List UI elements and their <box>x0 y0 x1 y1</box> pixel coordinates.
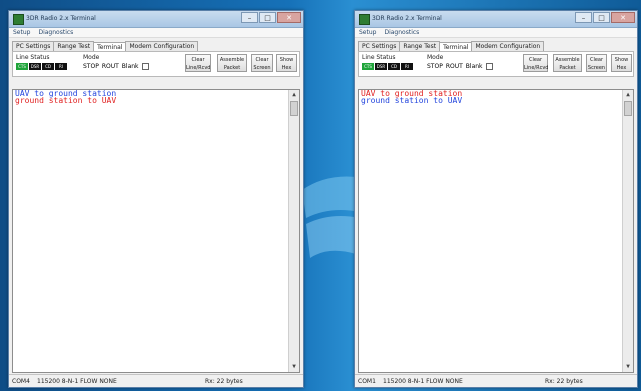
window-title: 3DR Radio 2.x Terminal <box>372 15 442 22</box>
terminal-window-right: 3DR Radio 2.x Terminal – □ ✕ Setup Diagn… <box>354 10 638 388</box>
line-status-group: Line Status CTS DSR CD RI <box>16 54 67 70</box>
led-ri: RI <box>401 63 413 70</box>
status-port: COM1 <box>358 378 376 385</box>
terminal-window-left: 3DR Radio 2.x Terminal – □ ✕ Setup Diagn… <box>8 10 304 388</box>
led-cd: CD <box>388 63 400 70</box>
status-bar: COM1 115200 8-N-1 FLOW NONE Rx: 22 bytes <box>355 374 637 387</box>
show-hex-button[interactable]: Show Hex <box>276 54 297 72</box>
title-bar[interactable]: 3DR Radio 2.x Terminal – □ ✕ <box>9 11 303 28</box>
led-ri: RI <box>55 63 67 70</box>
tab-range-test[interactable]: Range Test <box>399 41 441 51</box>
mode-label: Mode <box>427 54 444 61</box>
scroll-down-arrow-icon[interactable]: ▼ <box>623 362 633 372</box>
tab-strip: PC Settings Range Test Terminal Modem Co… <box>9 38 303 52</box>
scroll-thumb[interactable] <box>624 101 632 116</box>
minimize-button[interactable]: – <box>575 12 592 23</box>
mode-blank[interactable]: Blank <box>122 63 139 70</box>
scroll-up-arrow-icon[interactable]: ▲ <box>289 90 299 100</box>
blank-checkbox[interactable] <box>141 63 149 70</box>
mode-rout[interactable]: ROUT <box>102 63 119 70</box>
scroll-thumb[interactable] <box>290 101 298 116</box>
terminal-output[interactable]: UAV to ground station ground station to … <box>12 89 300 373</box>
title-bar[interactable]: 3DR Radio 2.x Terminal – □ ✕ <box>355 11 637 28</box>
mode-label: Mode <box>83 54 100 61</box>
tab-modem-configuration[interactable]: Modem Configuration <box>471 41 545 51</box>
status-settings: 115200 8-N-1 FLOW NONE <box>37 378 117 385</box>
line-status-group: Line Status CTS DSR CD RI <box>362 54 413 70</box>
led-cts: CTS <box>362 63 374 70</box>
terminal-line-2: ground station to UAV <box>15 96 117 105</box>
menu-setup[interactable]: Setup <box>13 29 30 36</box>
tab-modem-configuration[interactable]: Modem Configuration <box>125 41 199 51</box>
app-icon <box>359 14 370 25</box>
menu-bar: Setup Diagnostics <box>355 28 637 38</box>
mode-group: Mode STOP ROUT Blank <box>83 54 149 70</box>
app-icon <box>13 14 24 25</box>
menu-setup[interactable]: Setup <box>359 29 376 36</box>
line-status-label: Line Status <box>16 54 50 61</box>
scroll-up-arrow-icon[interactable]: ▲ <box>623 90 633 100</box>
terminal-toolbar: Line Status CTS DSR CD RI Mode STOP ROUT… <box>358 51 634 77</box>
led-cts: CTS <box>16 63 28 70</box>
window-title: 3DR Radio 2.x Terminal <box>26 15 96 22</box>
led-cd: CD <box>42 63 54 70</box>
led-dsr: DSR <box>29 63 41 70</box>
clear-screen-button[interactable]: Clear Screen <box>586 54 607 72</box>
status-bar: COM4 115200 8-N-1 FLOW NONE Rx: 22 bytes <box>9 374 303 387</box>
status-port: COM4 <box>12 378 30 385</box>
status-rx: Rx: 22 bytes <box>205 378 243 385</box>
assemble-packet-button[interactable]: Assemble Packet <box>217 54 247 72</box>
menu-diagnostics[interactable]: Diagnostics <box>384 29 419 36</box>
blank-checkbox[interactable] <box>485 63 493 70</box>
led-dsr: DSR <box>375 63 387 70</box>
menu-bar: Setup Diagnostics <box>9 28 303 38</box>
mode-stop[interactable]: STOP <box>83 63 99 70</box>
line-status-label: Line Status <box>362 54 396 61</box>
terminal-line-2: ground station to UAV <box>361 96 463 105</box>
clear-line-button[interactable]: Clear Line/Rcvd <box>523 54 548 72</box>
clear-screen-button[interactable]: Clear Screen <box>251 54 273 72</box>
maximize-button[interactable]: □ <box>593 12 610 23</box>
close-button[interactable]: ✕ <box>611 12 635 23</box>
tab-pc-settings[interactable]: PC Settings <box>12 41 55 51</box>
status-settings: 115200 8-N-1 FLOW NONE <box>383 378 463 385</box>
terminal-output[interactable]: UAV to ground station ground station to … <box>358 89 634 373</box>
vertical-scrollbar[interactable]: ▲ ▼ <box>288 90 299 372</box>
close-button[interactable]: ✕ <box>277 12 301 23</box>
vertical-scrollbar[interactable]: ▲ ▼ <box>622 90 633 372</box>
mode-group: Mode STOP ROUT Blank <box>427 54 493 70</box>
minimize-button[interactable]: – <box>241 12 258 23</box>
mode-stop[interactable]: STOP <box>427 63 443 70</box>
status-rx: Rx: 22 bytes <box>545 378 583 385</box>
show-hex-button[interactable]: Show Hex <box>611 54 632 72</box>
terminal-toolbar: Line Status CTS DSR CD RI Mode STOP ROUT… <box>12 51 300 77</box>
tab-strip: PC Settings Range Test Terminal Modem Co… <box>355 38 637 52</box>
mode-rout[interactable]: ROUT <box>446 63 463 70</box>
scroll-down-arrow-icon[interactable]: ▼ <box>289 362 299 372</box>
clear-line-button[interactable]: Clear Line/Rcvd <box>185 54 211 72</box>
tab-range-test[interactable]: Range Test <box>53 41 95 51</box>
menu-diagnostics[interactable]: Diagnostics <box>38 29 73 36</box>
maximize-button[interactable]: □ <box>259 12 276 23</box>
mode-blank[interactable]: Blank <box>466 63 483 70</box>
tab-pc-settings[interactable]: PC Settings <box>358 41 401 51</box>
assemble-packet-button[interactable]: Assemble Packet <box>553 54 582 72</box>
